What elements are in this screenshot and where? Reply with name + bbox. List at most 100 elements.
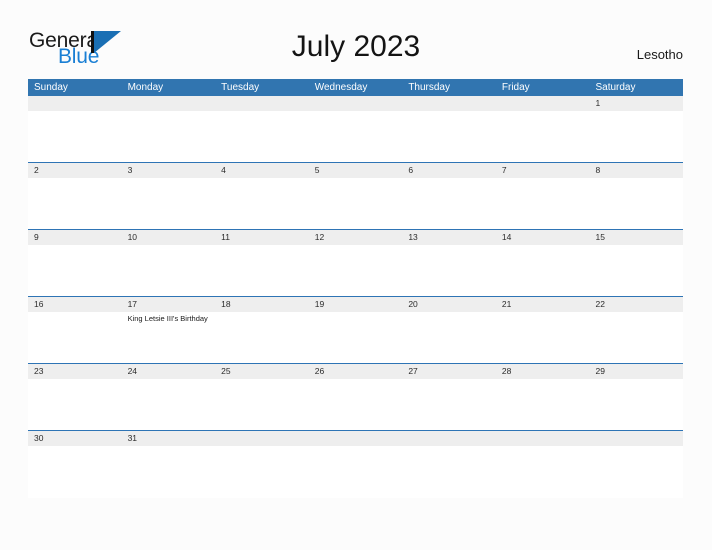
day-number[interactable]: 11 <box>215 230 309 245</box>
day-event-band <box>28 379 683 431</box>
day-number-band: 23 24 25 26 27 28 29 <box>28 364 683 379</box>
day-number[interactable]: 25 <box>215 364 309 379</box>
day-number[interactable]: 22 <box>589 297 683 312</box>
day-cell <box>215 178 309 230</box>
day-number[interactable]: 28 <box>496 364 590 379</box>
day-cell <box>28 245 122 297</box>
day-event-band <box>28 446 683 498</box>
day-event-band <box>28 111 683 163</box>
day-number[interactable]: 8 <box>589 163 683 178</box>
weekday-header-monday: Monday <box>127 82 164 93</box>
day-number[interactable]: 4 <box>215 163 309 178</box>
day-number <box>28 96 122 111</box>
day-cell <box>28 178 122 230</box>
day-number[interactable]: 20 <box>402 297 496 312</box>
day-cell <box>215 446 309 498</box>
day-number-band: 16 17 18 19 20 21 22 <box>28 297 683 312</box>
day-number[interactable]: 9 <box>28 230 122 245</box>
day-cell <box>215 312 309 364</box>
day-cell <box>402 178 496 230</box>
day-number[interactable]: 17 <box>122 297 216 312</box>
day-number[interactable]: 5 <box>309 163 403 178</box>
day-cell <box>402 379 496 431</box>
day-number <box>309 96 403 111</box>
day-cell <box>309 379 403 431</box>
weekday-header-sunday: Sunday <box>34 82 68 93</box>
day-number[interactable]: 21 <box>496 297 590 312</box>
calendar-weeks: 1 2 3 4 5 6 7 8 9 10 11 12 13 14 15 16 17 18 19 20 21 22 King … <box>28 96 683 498</box>
day-cell <box>589 245 683 297</box>
holiday-label: King Letsie III's Birthday <box>127 314 208 323</box>
day-number <box>402 96 496 111</box>
day-number[interactable]: 7 <box>496 163 590 178</box>
calendar-grid: Sunday Monday Tuesday Wednesday Thursday… <box>28 79 683 498</box>
day-number[interactable]: 29 <box>589 364 683 379</box>
day-number <box>122 96 216 111</box>
day-cell <box>309 178 403 230</box>
day-cell <box>589 312 683 364</box>
day-cell <box>122 446 216 498</box>
day-number[interactable]: 16 <box>28 297 122 312</box>
page-header: General Blue July 2023 Lesotho <box>0 0 712 70</box>
day-number[interactable]: 13 <box>402 230 496 245</box>
day-number[interactable]: 31 <box>122 431 216 446</box>
day-cell <box>589 379 683 431</box>
day-cell <box>28 446 122 498</box>
day-number[interactable]: 24 <box>122 364 216 379</box>
day-cell <box>496 111 590 163</box>
day-event-band <box>28 178 683 230</box>
weekday-header-saturday: Saturday <box>595 82 636 93</box>
day-cell <box>496 245 590 297</box>
day-cell <box>496 446 590 498</box>
day-cell <box>28 379 122 431</box>
day-number[interactable]: 1 <box>589 96 683 111</box>
day-number <box>215 96 309 111</box>
day-cell <box>589 178 683 230</box>
day-cell <box>309 446 403 498</box>
day-cell <box>122 111 216 163</box>
day-number-band: 30 31 <box>28 431 683 446</box>
day-cell <box>589 446 683 498</box>
calendar-week-row: 1 <box>28 96 683 163</box>
calendar-week-row: 23 24 25 26 27 28 29 <box>28 364 683 431</box>
day-cell <box>496 178 590 230</box>
day-cell <box>309 245 403 297</box>
weekday-header-friday: Friday <box>501 82 530 93</box>
day-number <box>402 431 496 446</box>
day-number[interactable]: 27 <box>402 364 496 379</box>
day-number[interactable]: 6 <box>402 163 496 178</box>
day-number[interactable]: 3 <box>122 163 216 178</box>
day-cell <box>122 379 216 431</box>
day-cell <box>309 111 403 163</box>
weekday-header-tuesday: Tuesday <box>221 82 260 93</box>
calendar-week-row: 9 10 11 12 13 14 15 <box>28 230 683 297</box>
day-cell <box>402 245 496 297</box>
calendar-week-row: 2345678 <box>28 163 683 230</box>
day-event-band: King Letsie III's Birthday <box>28 312 683 364</box>
calendar-week-row: 16 17 18 19 20 21 22 King Letsie III's Birthday <box>28 297 683 364</box>
country-label: Lesotho <box>636 47 683 62</box>
day-number[interactable]: 30 <box>28 431 122 446</box>
day-cell <box>589 111 683 163</box>
day-number[interactable]: 23 <box>28 364 122 379</box>
day-cell <box>215 379 309 431</box>
day-cell <box>402 312 496 364</box>
day-number[interactable]: 26 <box>309 364 403 379</box>
day-number[interactable]: 10 <box>122 230 216 245</box>
weekday-header-wednesday: Wednesday <box>314 82 368 93</box>
day-cell <box>28 111 122 163</box>
day-number[interactable]: 18 <box>215 297 309 312</box>
day-number[interactable]: 15 <box>589 230 683 245</box>
day-cell <box>215 111 309 163</box>
day-cell <box>122 178 216 230</box>
day-number[interactable]: 2 <box>28 163 122 178</box>
day-cell <box>122 245 216 297</box>
day-event-band <box>28 245 683 297</box>
day-number[interactable]: 12 <box>309 230 403 245</box>
day-cell <box>496 379 590 431</box>
day-number[interactable]: 19 <box>309 297 403 312</box>
day-cell <box>402 111 496 163</box>
day-number <box>496 431 590 446</box>
calendar-week-row: 30 31 <box>28 431 683 498</box>
day-number[interactable]: 14 <box>496 230 590 245</box>
